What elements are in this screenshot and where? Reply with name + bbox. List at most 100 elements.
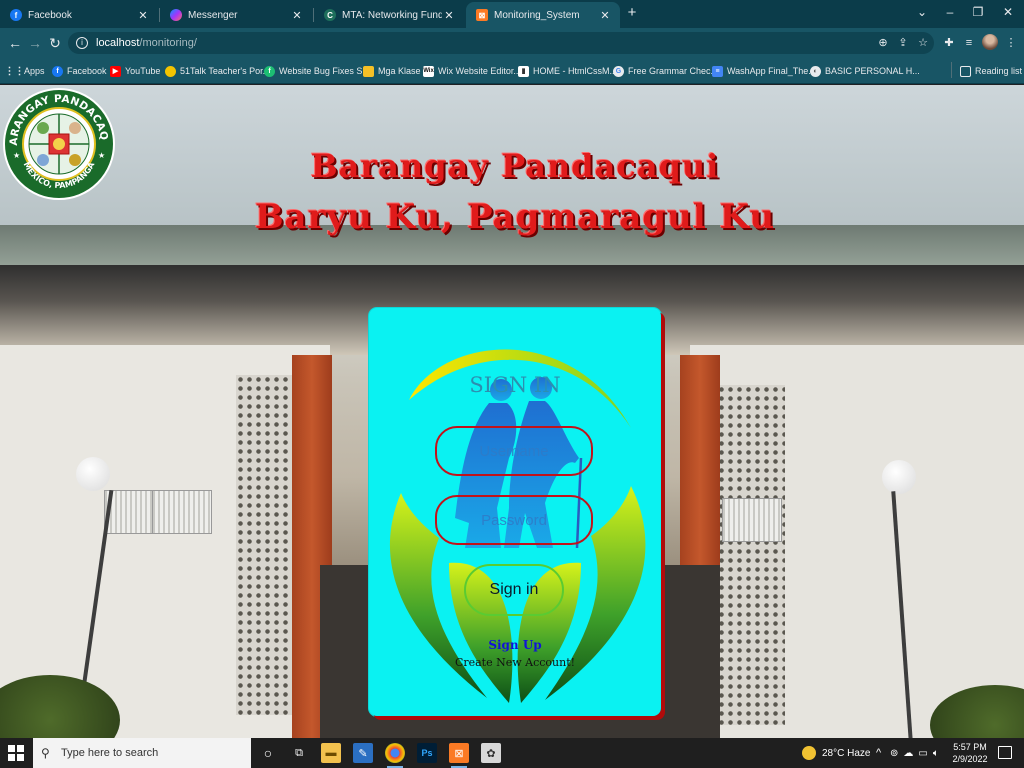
maximize-button[interactable]: ❐ [962, 3, 994, 23]
cortana-icon[interactable]: ○ [258, 743, 278, 763]
tab-monitoring-system[interactable]: ⊠ Monitoring_System ✕ [466, 2, 620, 28]
signin-button[interactable]: Sign in [464, 564, 564, 616]
seal-star-icon: ★ [13, 151, 20, 160]
headline-motto: Baryu Ku, Pagmaragul Ku [254, 197, 776, 237]
close-icon[interactable]: ✕ [290, 9, 304, 22]
bookmark-wix[interactable]: Wix Wix Website Editor... [423, 64, 521, 78]
toolbar: ← → ↻ i localhost/monitoring/ ⊕ ⇪ ☆ ✚ ≡ … [0, 28, 1024, 58]
tab-title: Facebook [28, 9, 72, 21]
bookmark-facebook[interactable]: f Facebook [52, 64, 107, 78]
bookmark-label: Apps [24, 66, 45, 76]
weather-text: 28°C Haze [822, 747, 871, 759]
bookmark-label: Free Grammar Chec... [628, 66, 719, 76]
headline-barangay: Barangay Pandacaqui [310, 147, 720, 185]
bookmark-label: Facebook [67, 66, 107, 76]
bookmark-label: Wix Website Editor... [438, 66, 521, 76]
bookmark-label: WashApp Final_The... [727, 66, 816, 76]
signup-subtext: Create New Account! [454, 656, 576, 669]
password-input[interactable] [435, 495, 593, 545]
barangay-seal-logo: BARANGAY PANDACAQUI MEXICO, PAMPANGA ★ ★ [3, 88, 115, 200]
forward-icon[interactable]: → [26, 34, 44, 52]
bookmark-htmlcss[interactable]: ▮ HOME - HtmlCssM... [518, 64, 617, 78]
address-bar[interactable]: i localhost/monitoring/ [68, 32, 934, 54]
clock-date: 2/9/2022 [952, 754, 988, 764]
bookmark-youtube[interactable]: ▶ YouTube [110, 64, 160, 78]
bookmark-grammar[interactable]: G Free Grammar Chec... [613, 64, 718, 78]
network-icon: ▭ [918, 747, 928, 759]
reading-list[interactable]: Reading list [960, 64, 1022, 78]
background-lamp-globe [882, 460, 916, 494]
bookmarks-separator [951, 62, 952, 78]
tray-chevron-icon[interactable]: ^ [876, 738, 881, 768]
menu-kebab-icon[interactable]: ⋮ [1004, 36, 1018, 50]
tab-messenger[interactable]: Messenger ✕ [160, 2, 312, 28]
zoom-icon[interactable]: ⊕ [876, 36, 890, 50]
background-aircon [152, 490, 212, 534]
chrome-icon[interactable] [385, 743, 405, 768]
paint-icon[interactable]: ✿ [481, 743, 501, 763]
tab-facebook[interactable]: f Facebook ✕ [0, 2, 158, 28]
file-explorer-icon[interactable]: ▬ [321, 743, 341, 763]
xampp-icon[interactable]: ⊠ [449, 743, 469, 768]
tab-strip: f Facebook ✕ Messenger ✕ C MTA: Networki… [0, 0, 1024, 28]
signin-title: SIGN IN [469, 373, 561, 397]
docs-icon: ≡ [712, 65, 723, 77]
extensions-icon[interactable]: ✚ [942, 36, 956, 50]
bookmarks-bar: ⋮⋮ Apps f Facebook ▶ YouTube 51Talk Teac… [0, 58, 1024, 84]
login-card: SIGN IN Sign in Sign Up Create New Accou… [369, 308, 661, 716]
bookmark-label: Website Bug Fixes S... [279, 66, 370, 76]
taskbar-search-box[interactable]: ⚲ Type here to search [33, 738, 251, 768]
cloud-icon: ☁ [903, 747, 914, 759]
back-icon[interactable]: ← [6, 34, 24, 52]
wix-icon: Wix [423, 65, 434, 77]
bookmark-website-bug-fixes[interactable]: f Website Bug Fixes S... [264, 64, 370, 78]
url-path: /monitoring/ [139, 37, 197, 49]
tray-icons[interactable]: ⊚ ☁ ▭ 🔈︎ [890, 738, 939, 768]
bookmark-basic-personal[interactable]: ◐ BASIC PERSONAL H... [810, 64, 920, 78]
taskbar-clock[interactable]: 5:57 PM 2/9/2022 [948, 741, 992, 765]
signup-link[interactable]: Sign Up [369, 638, 661, 652]
seal-star-icon: ★ [98, 151, 105, 160]
page-icon: ▮ [518, 65, 529, 77]
notification-center-icon[interactable] [998, 746, 1012, 759]
share-icon[interactable]: ⇪ [896, 36, 910, 50]
close-icon[interactable]: ✕ [598, 9, 612, 22]
reading-list-icon [960, 65, 971, 77]
profile-avatar[interactable] [982, 34, 998, 50]
url-host: localhost [96, 37, 140, 49]
close-window-button[interactable]: ✕ [992, 3, 1024, 23]
page-viewport: BARANGAY PANDACAQUI MEXICO, PAMPANGA ★ ★… [0, 85, 1024, 738]
reload-icon[interactable]: ↻ [46, 34, 64, 52]
bookmark-label: HOME - HtmlCssM... [533, 66, 617, 76]
tab-title: Messenger [188, 9, 238, 21]
windows-start-icon[interactable] [8, 745, 24, 761]
reading-list-label: Reading list [975, 66, 1023, 76]
taskbar-search-placeholder: Type here to search [61, 747, 159, 759]
bookmark-mga-klase[interactable]: Mga Klase [363, 64, 421, 78]
task-view-icon[interactable]: ⧉ [289, 743, 309, 763]
notepad-icon[interactable]: ✎ [353, 743, 373, 763]
tab-mta[interactable]: C MTA: Networking Fundamentals ✕ [314, 2, 464, 28]
taskbar: ⚲ Type here to search ○ ⧉ ▬ ✎ Ps ⊠ ✿ 28°… [0, 738, 1024, 768]
photoshop-icon[interactable]: Ps [417, 743, 437, 763]
new-tab-button[interactable]: + [624, 4, 640, 24]
bookmark-star-icon[interactable]: ☆ [916, 36, 930, 50]
classroom-icon [363, 65, 374, 77]
bookmark-apps[interactable]: ⋮⋮ Apps [5, 64, 45, 78]
tab-title: MTA: Networking Fundamentals [342, 9, 442, 21]
weather-widget[interactable]: 28°C Haze [802, 738, 870, 768]
bookmark-washapp[interactable]: ≡ WashApp Final_The... [712, 64, 816, 78]
media-control-icon[interactable]: ≡ [962, 36, 976, 50]
bookmark-51talk[interactable]: 51Talk Teacher's Por... [165, 64, 270, 78]
bookmark-label: Mga Klase [378, 66, 421, 76]
site-info-icon[interactable]: i [76, 37, 88, 49]
51talk-icon [165, 65, 176, 77]
close-icon[interactable]: ✕ [136, 9, 150, 22]
close-icon[interactable]: ✕ [442, 9, 456, 22]
bookmark-label: YouTube [125, 66, 161, 76]
fiverr-icon: f [264, 65, 275, 77]
username-input[interactable] [435, 426, 593, 476]
xampp-icon: ⊠ [476, 9, 488, 21]
bookmark-label: BASIC PERSONAL H... [825, 66, 920, 76]
bookmark-label: 51Talk Teacher's Por... [180, 66, 271, 76]
